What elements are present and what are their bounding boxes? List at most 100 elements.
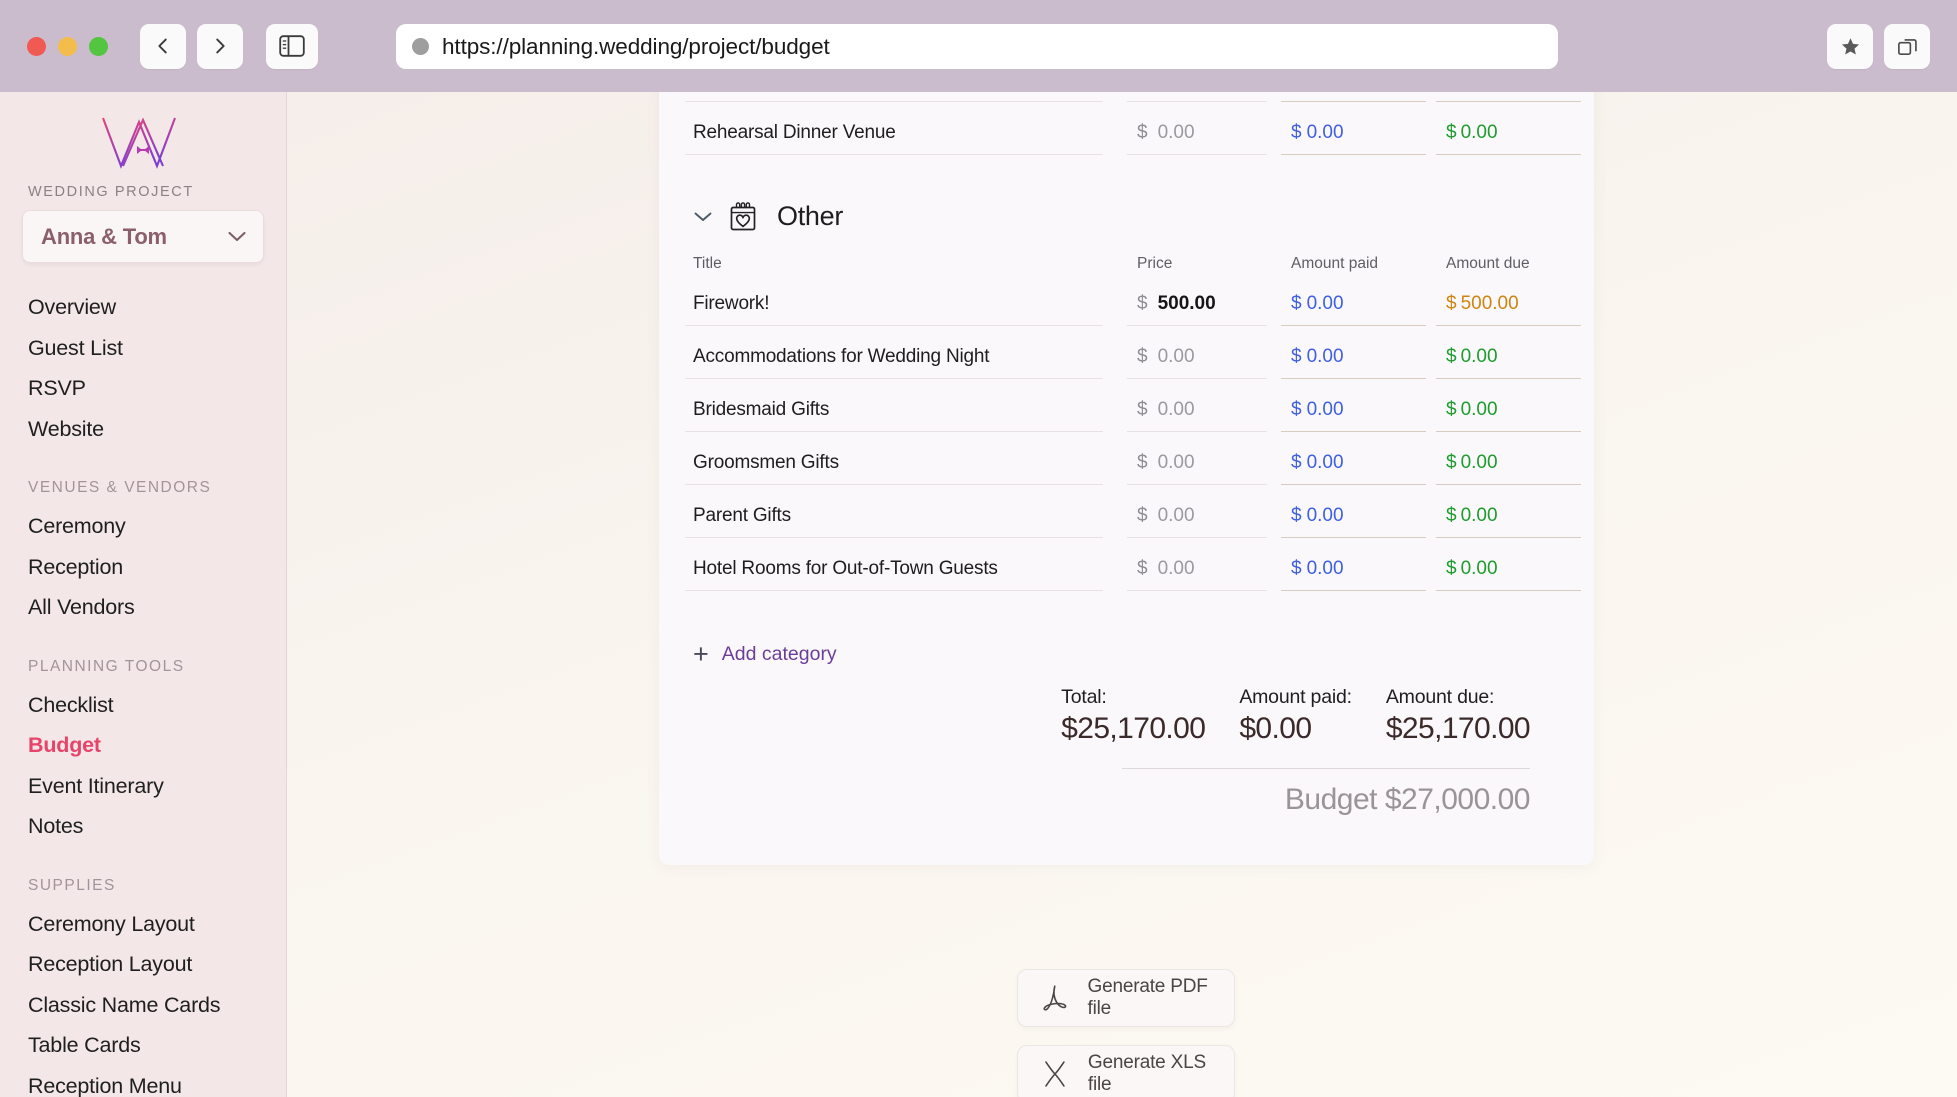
generate-xls-button[interactable]: Generate XLS file bbox=[1017, 1045, 1235, 1097]
sidebar-item-reception-menu[interactable]: Reception Menu bbox=[0, 1066, 286, 1097]
chevron-left-icon bbox=[158, 38, 167, 54]
table-row[interactable]: Parent Gifts $ 0.00 $ 0.00 $ 0.00 bbox=[685, 485, 1581, 538]
row-due-value: 0.00 bbox=[1460, 122, 1498, 143]
sidebar-item-budget[interactable]: Budget bbox=[0, 725, 286, 766]
sidebar-item-notes[interactable]: Notes bbox=[0, 806, 286, 847]
currency-symbol: $ bbox=[1446, 346, 1457, 367]
currency-symbol: $ bbox=[1137, 505, 1148, 526]
row-price-cell[interactable]: $ 0.00 bbox=[1127, 399, 1267, 432]
minimize-window-button[interactable] bbox=[58, 36, 77, 56]
row-paid-cell[interactable]: $ 0.00 bbox=[1281, 505, 1426, 538]
row-paid-value: 0.00 bbox=[1306, 122, 1344, 143]
currency-symbol: $ bbox=[1446, 399, 1457, 420]
star-icon bbox=[1841, 38, 1859, 55]
row-price-value: 0.00 bbox=[1157, 505, 1195, 526]
chevron-down-icon[interactable] bbox=[693, 210, 713, 223]
tab-overview-button[interactable] bbox=[1884, 24, 1930, 69]
row-title[interactable]: Bridesmaid Gifts bbox=[685, 399, 1103, 432]
main-content: Ceremony Venue Fee $ 0.00 $ 0.00 $ 0.00 bbox=[287, 92, 1957, 1097]
category-header-other[interactable]: Other bbox=[685, 155, 1568, 233]
amount-paid-block: Amount paid: $0.00 bbox=[1239, 686, 1352, 746]
table-row[interactable]: Bridesmaid Gifts $ 0.00 $ 0.00 $ 0.00 bbox=[685, 379, 1581, 432]
row-due-cell: $ 500.00 bbox=[1436, 293, 1581, 326]
row-price-cell[interactable]: $ 0.00 bbox=[1127, 505, 1267, 538]
sidebar-item-table-cards[interactable]: Table Cards bbox=[0, 1025, 286, 1066]
budget-card: Ceremony Venue Fee $ 0.00 $ 0.00 $ 0.00 bbox=[659, 92, 1594, 865]
sidebar-item-guest-list[interactable]: Guest List bbox=[0, 328, 286, 369]
table-row[interactable]: Hotel Rooms for Out-of-Town Guests $ 0.0… bbox=[685, 538, 1581, 591]
row-title[interactable]: Firework! bbox=[685, 293, 1103, 326]
wa-monogram-icon bbox=[102, 117, 176, 169]
currency-symbol: $ bbox=[1291, 558, 1302, 579]
brand-logo[interactable] bbox=[0, 112, 286, 174]
back-button[interactable] bbox=[140, 23, 186, 69]
currency-symbol: $ bbox=[1291, 399, 1302, 420]
sidebar-item-ceremony[interactable]: Ceremony bbox=[0, 506, 286, 547]
row-paid-cell[interactable]: $ 0.00 bbox=[1281, 122, 1426, 155]
row-paid-cell[interactable]: $ 0.00 bbox=[1281, 452, 1426, 485]
sidebar-item-website[interactable]: Website bbox=[0, 409, 286, 450]
address-bar[interactable]: https://planning.wedding/project/budget bbox=[396, 24, 1558, 69]
table-row[interactable]: Rehearsal Dinner Venue $ 0.00 $ 0.00 $ 0… bbox=[685, 102, 1581, 155]
row-paid-cell[interactable]: $ 0.00 bbox=[1281, 92, 1426, 102]
row-due-cell: $ 0.00 bbox=[1436, 452, 1581, 485]
currency-symbol: $ bbox=[1291, 122, 1302, 143]
row-title[interactable]: Reception Venue bbox=[685, 92, 1103, 102]
row-title[interactable]: Rehearsal Dinner Venue bbox=[685, 122, 1103, 155]
column-header-amount-paid: Amount paid bbox=[1291, 255, 1379, 272]
sidebar-item-classic-name-cards[interactable]: Classic Name Cards bbox=[0, 985, 286, 1026]
currency-symbol: $ bbox=[1137, 293, 1148, 314]
row-price-value: 0.00 bbox=[1157, 122, 1195, 143]
column-header-price: Price bbox=[1137, 255, 1173, 272]
forward-button[interactable] bbox=[197, 23, 243, 69]
amount-due-value: $25,170.00 bbox=[1385, 712, 1531, 745]
row-price-cell[interactable]: $ 0.00 bbox=[1127, 346, 1267, 379]
sidebar-group-planning: PLANNING TOOLS bbox=[28, 657, 185, 675]
currency-symbol: $ bbox=[1137, 122, 1148, 143]
row-price-cell[interactable]: $ 0.00 bbox=[1127, 452, 1267, 485]
browser-right-buttons bbox=[1827, 24, 1930, 69]
export-buttons: Generate PDF file Generate XLS file bbox=[1017, 969, 1235, 1097]
row-title[interactable]: Accommodations for Wedding Night bbox=[685, 346, 1103, 379]
bookmark-button[interactable] bbox=[1827, 24, 1873, 69]
row-paid-value: 0.00 bbox=[1306, 346, 1344, 367]
sidebar-item-reception-layout[interactable]: Reception Layout bbox=[0, 944, 286, 985]
table-row[interactable]: Groomsmen Gifts $ 0.00 $ 0.00 $ 0.00 bbox=[685, 432, 1581, 485]
row-title[interactable]: Hotel Rooms for Out-of-Town Guests bbox=[685, 558, 1103, 591]
add-category-button[interactable]: + Add category bbox=[685, 591, 1568, 668]
row-title[interactable]: Groomsmen Gifts bbox=[685, 452, 1103, 485]
sidebar-item-ceremony-layout[interactable]: Ceremony Layout bbox=[0, 904, 286, 945]
table-row[interactable]: Reception Venue $ 0.00 $ 0.00 $ 0.00 bbox=[685, 92, 1581, 102]
row-paid-cell[interactable]: $ 0.00 bbox=[1281, 293, 1426, 326]
sidebar-item-reception[interactable]: Reception bbox=[0, 547, 286, 588]
row-paid-cell[interactable]: $ 0.00 bbox=[1281, 346, 1426, 379]
table-column-headers: Title Price Amount paid Amount due bbox=[685, 233, 1568, 273]
maximize-window-button[interactable] bbox=[89, 36, 108, 56]
sidebar-item-overview[interactable]: Overview bbox=[0, 287, 286, 328]
row-paid-cell[interactable]: $ 0.00 bbox=[1281, 399, 1426, 432]
generate-pdf-button[interactable]: Generate PDF file bbox=[1017, 969, 1235, 1027]
budget-limit-value: Budget $27,000.00 bbox=[1284, 783, 1531, 816]
row-title[interactable]: Parent Gifts bbox=[685, 505, 1103, 538]
sidebar-item-rsvp[interactable]: RSVP bbox=[0, 368, 286, 409]
row-due-value: 0.00 bbox=[1460, 452, 1498, 473]
close-window-button[interactable] bbox=[27, 36, 46, 56]
sidebar-toggle-button[interactable] bbox=[266, 23, 318, 69]
row-price-cell[interactable]: $ 0.00 bbox=[1127, 92, 1267, 102]
row-price-cell[interactable]: $ 0.00 bbox=[1127, 558, 1267, 591]
plus-icon: + bbox=[693, 639, 709, 669]
sidebar-item-all-vendors[interactable]: All Vendors bbox=[0, 587, 286, 628]
table-row[interactable]: Accommodations for Wedding Night $ 0.00 … bbox=[685, 326, 1581, 379]
sidebar-item-checklist[interactable]: Checklist bbox=[0, 685, 286, 726]
row-paid-cell[interactable]: $ 0.00 bbox=[1281, 558, 1426, 591]
window-traffic-lights bbox=[27, 36, 108, 56]
table-row[interactable]: Firework! $ 500.00 $ 0.00 $ 500.00 bbox=[685, 273, 1581, 326]
row-price-cell[interactable]: $ 0.00 bbox=[1127, 122, 1267, 155]
column-header-title: Title bbox=[693, 255, 722, 272]
total-label: Total: bbox=[1061, 686, 1107, 708]
row-due-value: 500.00 bbox=[1460, 293, 1519, 314]
budget-totals: Total: $25,170.00 Amount paid: $0.00 Amo… bbox=[685, 686, 1568, 817]
project-selector[interactable]: Anna & Tom bbox=[22, 210, 264, 263]
row-price-cell[interactable]: $ 500.00 bbox=[1127, 293, 1267, 326]
sidebar-item-event-itinerary[interactable]: Event Itinerary bbox=[0, 766, 286, 807]
